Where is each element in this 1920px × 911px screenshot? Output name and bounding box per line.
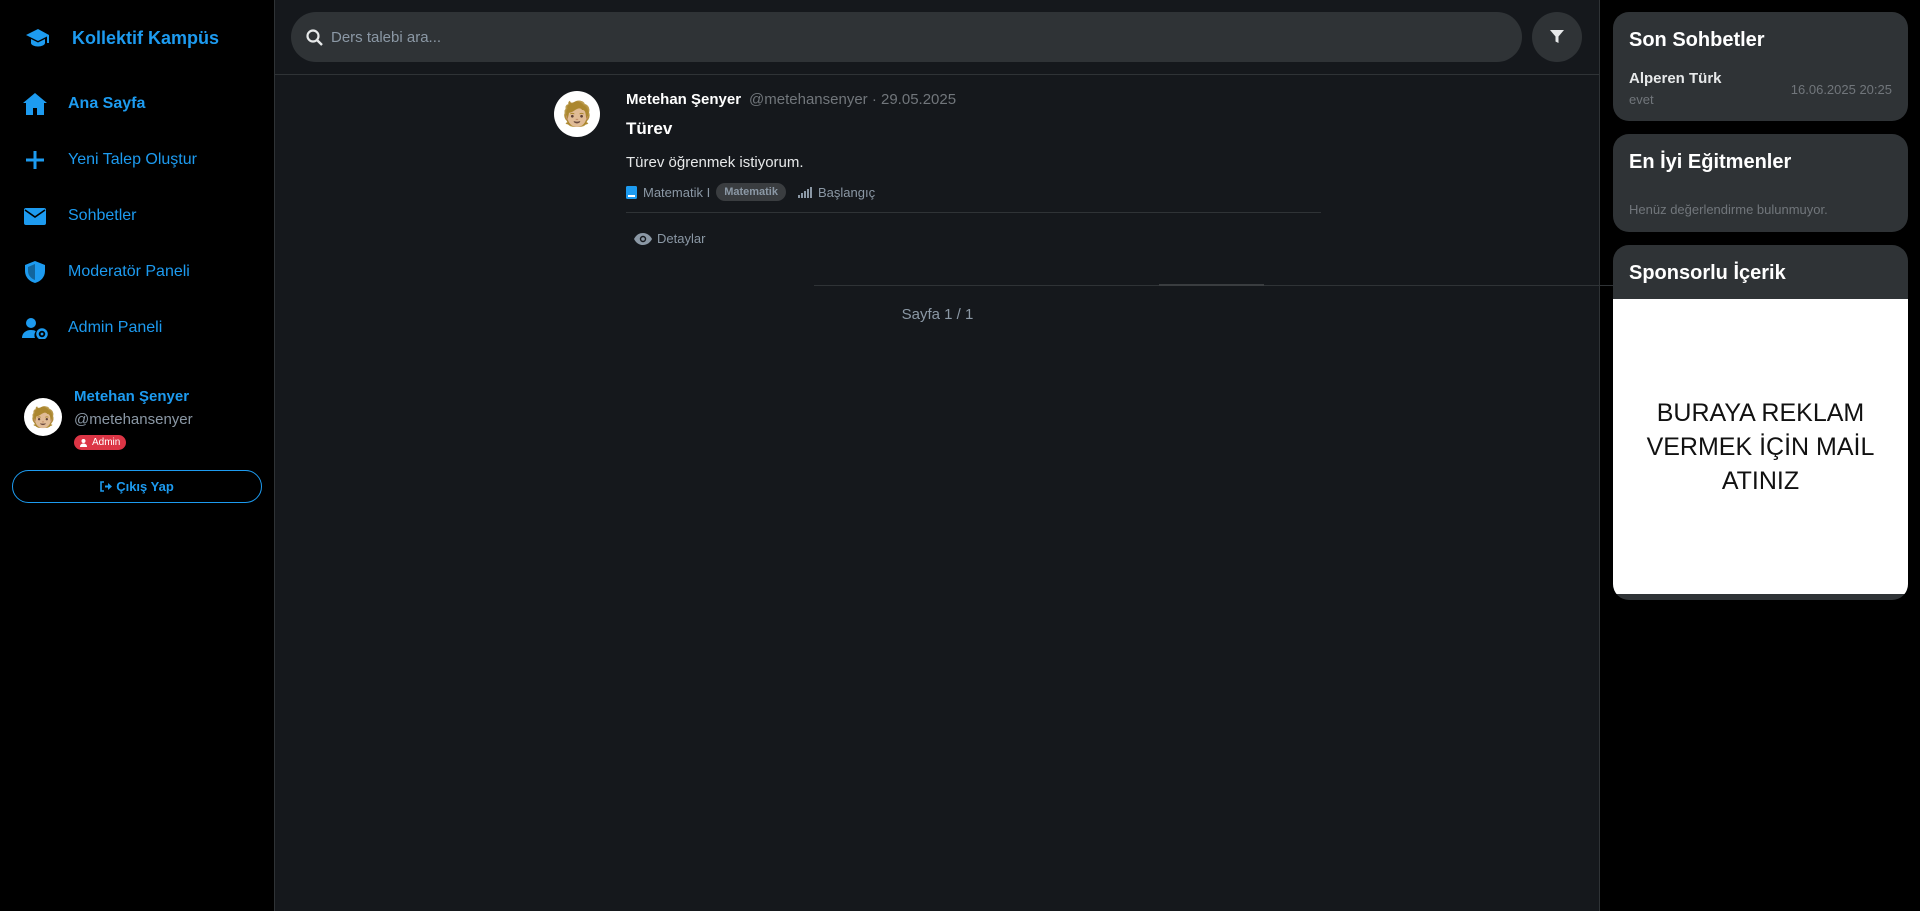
divider: [814, 284, 1614, 286]
admin-badge-label: Admin: [92, 437, 121, 448]
sign-out-icon: [100, 480, 113, 492]
nav-new-request[interactable]: Yeni Talep Oluştur: [12, 132, 262, 188]
sponsored-card: Sponsorlu İçerik BURAYA REKLAM VERMEK İÇ…: [1613, 245, 1908, 600]
empty-state: Henüz değerlendirme bulunmuyor.: [1629, 202, 1828, 217]
post-tags: Matematik I Matematik Başlangıç: [626, 183, 1330, 201]
chat-time: 16.06.2025 20:25: [1790, 82, 1892, 97]
post-text: Türev öğrenmek istiyorum.: [626, 154, 804, 171]
details-label: Detaylar: [657, 231, 706, 246]
nav-label: Sohbetler: [68, 207, 137, 224]
chat-item[interactable]: Alperen Türk evet 16.06.2025 20:25: [1613, 52, 1908, 121]
admin-badge: Admin: [74, 435, 127, 450]
book-icon: [626, 185, 637, 199]
nav-home[interactable]: Ana Sayfa: [12, 76, 262, 132]
eye-icon: [634, 232, 652, 245]
card-title: En İyi Eğitmenler: [1629, 151, 1792, 173]
filter-button[interactable]: [1532, 12, 1582, 62]
post-author-name[interactable]: Metehan Şenyer: [626, 91, 741, 108]
logout-button[interactable]: Çıkış Yap: [12, 469, 262, 503]
sidebar: Kollektif Kampüs Ana Sayfa Yeni Talep Ol…: [0, 0, 275, 911]
plus-icon: [22, 147, 48, 173]
filter-icon: [1550, 30, 1564, 43]
nav-label: Admin Paneli: [68, 319, 163, 336]
nav-moderator-panel[interactable]: Moderatör Paneli: [12, 244, 262, 300]
search-box[interactable]: [291, 12, 1522, 62]
details-button[interactable]: Detaylar: [634, 231, 705, 246]
card-title: Sponsorlu İçerik: [1629, 262, 1786, 284]
top-tutors-card: En İyi Eğitmenler Henüz değerlendirme bu…: [1613, 134, 1908, 232]
profile-handle: @metehansenyer: [74, 411, 193, 428]
category-chip: Matematik: [716, 183, 786, 201]
pagination-info: Sayfa 1 / 1: [901, 306, 974, 323]
recent-chats-card: Son Sohbetler Alperen Türk evet 16.06.20…: [1613, 12, 1908, 121]
chat-name: Alperen Türk: [1629, 70, 1722, 87]
level-label: Başlangıç: [817, 184, 876, 200]
nav-label: Ana Sayfa: [68, 95, 146, 112]
nav-label: Moderatör Paneli: [68, 263, 190, 280]
user-gear-icon: [80, 438, 87, 447]
nav-chats[interactable]: Sohbetler: [12, 188, 262, 244]
search-bar: [275, 0, 1599, 75]
nav-admin-panel[interactable]: Admin Paneli: [12, 300, 262, 356]
brand-link[interactable]: Kollektif Kampüs: [12, 0, 262, 76]
user-gear-icon: [22, 315, 48, 341]
home-icon: [22, 91, 48, 117]
signal-icon: [797, 186, 812, 198]
request-post[interactable]: 🧑🏼 Metehan Şenyer @metehansenyer · 29.05…: [554, 91, 1330, 246]
card-title: Son Sohbetler: [1629, 29, 1765, 51]
chat-last-message: evet: [1629, 92, 1654, 107]
search-icon: [306, 28, 323, 46]
nav-label: Yeni Talep Oluştur: [68, 151, 197, 168]
post-meta: @metehansenyer · 29.05.2025: [749, 91, 957, 108]
brand-name: Kollektif Kampüs: [72, 27, 220, 48]
profile-card[interactable]: 🧑🏼 Metehan Şenyer @metehansenyer Admin: [12, 384, 262, 452]
main-feed: 🧑🏼 Metehan Şenyer @metehansenyer · 29.05…: [275, 0, 1614, 911]
envelope-icon: [22, 203, 48, 229]
search-input[interactable]: [331, 28, 1522, 46]
avatar: 🧑🏼: [24, 398, 62, 436]
shield-icon: [22, 259, 48, 285]
ad-banner[interactable]: BURAYA REKLAM VERMEK İÇİN MAİL ATINIZ: [1613, 299, 1908, 594]
logout-label: Çıkış Yap: [116, 478, 174, 494]
course-name: Matematik I: [643, 184, 711, 200]
graduation-cap-icon: [22, 26, 54, 50]
profile-name: Metehan Şenyer: [74, 388, 190, 405]
right-panel: Son Sohbetler Alperen Türk evet 16.06.20…: [1600, 0, 1920, 911]
post-title: Türev: [626, 119, 673, 138]
divider: [626, 212, 1321, 213]
post-author-avatar[interactable]: 🧑🏼: [554, 91, 600, 137]
